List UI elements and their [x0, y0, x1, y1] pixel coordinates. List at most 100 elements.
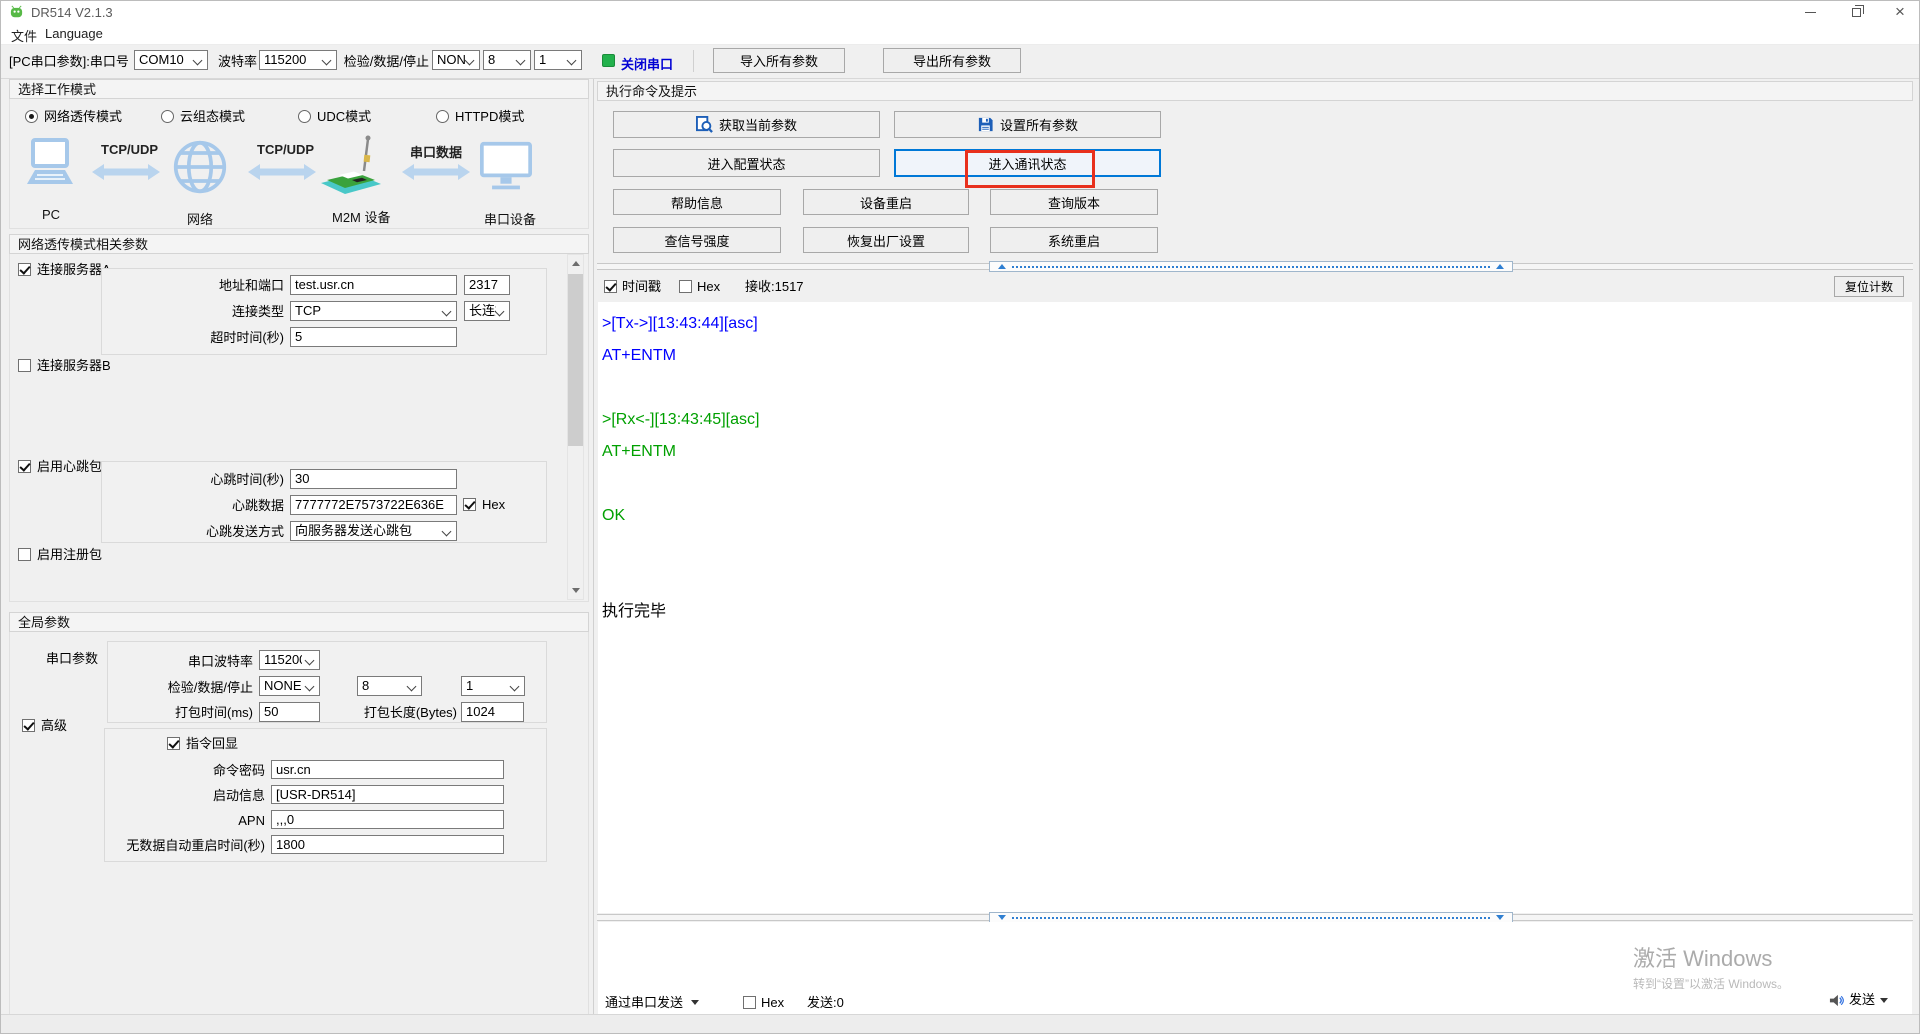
cmd-password-input[interactable]: usr.cn [271, 760, 504, 779]
log-line: OK [602, 500, 1908, 532]
server-b-checkbox[interactable] [18, 359, 31, 372]
timestamp-label: 时间戳 [622, 279, 661, 295]
heartbeat-mode-select[interactable]: 向服务器发送心跳包 [290, 521, 457, 541]
watermark-line1: 激活 Windows [1633, 941, 1772, 973]
export-params-button[interactable]: 导出所有参数 [883, 48, 1021, 73]
server-port-input[interactable]: 2317 [464, 275, 510, 295]
send-hex-label: Hex [761, 995, 784, 1011]
global-baud-label: 串口波特率 [153, 654, 253, 670]
help-info-button[interactable]: 帮助信息 [613, 189, 781, 215]
global-stopbits-select[interactable]: 1 [461, 676, 525, 696]
databits-select[interactable]: 8 [483, 50, 531, 70]
pack-len-input[interactable]: 1024 [461, 702, 524, 722]
timeout-input[interactable]: 5 [290, 327, 457, 347]
node-serial-label: 串口设备 [484, 209, 536, 228]
link-serial-data-label: 串口数据 [410, 142, 462, 161]
scroll-down-icon[interactable] [568, 582, 583, 599]
global-parity-label: 检验/数据/停止 [133, 680, 253, 696]
auto-restart-label: 无数据自动重启时间(秒) [115, 838, 265, 854]
apn-input[interactable]: ,,,0 [271, 810, 504, 829]
query-version-button[interactable]: 查询版本 [990, 189, 1158, 215]
get-params-icon [696, 116, 713, 133]
log-line [602, 564, 1908, 596]
auto-restart-input[interactable]: 1800 [271, 835, 504, 854]
server-addr-input[interactable]: test.usr.cn [290, 275, 457, 295]
device-reboot-button[interactable]: 设备重启 [803, 189, 969, 215]
restore-icon [1852, 8, 1861, 17]
register-label: 启用注册包 [37, 547, 102, 563]
watermark-line2: 转到“设置”以激活 Windows。 [1633, 975, 1789, 992]
conn-type-select[interactable]: TCP [290, 301, 457, 321]
factory-reset-button[interactable]: 恢复出厂设置 [803, 227, 969, 253]
heartbeat-data-input[interactable]: 7777772E7573722E636E [290, 495, 457, 515]
echo-checkbox[interactable] [167, 737, 180, 750]
status-bar [1, 1014, 1920, 1034]
serial-device-monitor-icon [480, 141, 532, 193]
radio-udc-mode[interactable] [298, 110, 311, 123]
boot-info-input[interactable]: [USR-DR514] [271, 785, 504, 804]
server-b-label: 连接服务器B [37, 358, 111, 374]
send-via-serial-dropdown[interactable]: 通过串口发送 [605, 995, 683, 1011]
scrollbar-thumb[interactable] [568, 274, 583, 446]
log-hex-checkbox[interactable] [679, 280, 692, 293]
link-tcpudp-1-label: TCP/UDP [101, 142, 158, 157]
global-baud-select[interactable]: 115200 [259, 650, 320, 670]
scroll-up-icon[interactable] [568, 255, 583, 272]
stopbits-select[interactable]: 1 [534, 50, 582, 70]
port-open-indicator [602, 54, 615, 67]
cmd-password-label: 命令密码 [175, 763, 265, 779]
network-globe-icon [172, 139, 228, 195]
advanced-checkbox[interactable] [22, 719, 35, 732]
send-button[interactable]: 发送 [1829, 992, 1888, 1008]
link-tcpudp-2-label: TCP/UDP [257, 142, 314, 157]
com-port-select[interactable]: COM10 [134, 50, 208, 70]
radio-cloud-mode[interactable] [161, 110, 174, 123]
reset-count-button[interactable]: 复位计数 [1834, 276, 1904, 297]
pack-time-input[interactable]: 50 [259, 702, 320, 722]
splitter-collapse-icon [998, 264, 1006, 269]
close-port-button[interactable]: 关闭串口 [621, 54, 673, 73]
import-params-button[interactable]: 导入所有参数 [713, 48, 845, 73]
maximize-button[interactable] [1833, 1, 1879, 23]
radio-httpd-mode[interactable] [436, 110, 449, 123]
log-line [602, 532, 1908, 564]
heartbeat-hex-label: Hex [482, 497, 505, 513]
log-lines: >[Tx->][13:43:44][asc]AT+ENTM>[Rx<-][13:… [598, 302, 1912, 634]
log-line [602, 468, 1908, 500]
panel-divider [593, 79, 594, 1015]
work-mode-header: 选择工作模式 [9, 79, 589, 99]
server-a-checkbox[interactable] [18, 263, 31, 276]
serial-toolbar: [PC串口参数]:串口号 COM10 波特率 115200 检验/数据/停止 N… [1, 45, 1920, 79]
parity-select[interactable]: NONI [432, 50, 480, 70]
minimize-button[interactable] [1787, 1, 1833, 23]
global-parity-select[interactable]: NONE [259, 676, 320, 696]
log-line: >[Rx<-][13:43:45][asc] [602, 404, 1908, 436]
system-reboot-button[interactable]: 系统重启 [990, 227, 1158, 253]
minimize-icon [1805, 12, 1816, 13]
pack-len-label: 打包长度(Bytes) [331, 705, 457, 721]
net-params-scrollbar[interactable] [567, 254, 584, 600]
serial-params-label: 串口参数 [46, 651, 98, 667]
log-area[interactable]: >[Tx->][13:43:44][asc]AT+ENTM>[Rx<-][13:… [598, 302, 1912, 913]
get-params-button[interactable]: 获取当前参数 [613, 111, 880, 138]
top-splitter-handle[interactable] [989, 261, 1513, 272]
keep-alive-select[interactable]: 长连接 [464, 301, 510, 321]
set-params-button[interactable]: 设置所有参数 [894, 111, 1161, 138]
close-button[interactable]: × [1879, 1, 1920, 23]
timestamp-checkbox[interactable] [604, 280, 617, 293]
register-checkbox[interactable] [18, 548, 31, 561]
send-hex-checkbox[interactable] [743, 996, 756, 1009]
menu-file[interactable]: 文件 [11, 26, 37, 45]
heartbeat-label: 启用心跳包 [37, 459, 102, 475]
heartbeat-hex-checkbox[interactable] [463, 498, 476, 511]
heartbeat-time-input[interactable]: 30 [290, 469, 457, 489]
enter-config-button[interactable]: 进入配置状态 [613, 149, 880, 177]
close-icon: × [1895, 2, 1905, 22]
baud-label: 波特率 [215, 54, 257, 70]
global-databits-select[interactable]: 8 [357, 676, 422, 696]
timeout-label: 超时时间(秒) [169, 330, 284, 346]
query-signal-button[interactable]: 查信号强度 [613, 227, 781, 253]
heartbeat-checkbox[interactable] [18, 460, 31, 473]
radio-net-transparent-mode[interactable] [25, 110, 38, 123]
menu-language[interactable]: Language [45, 26, 103, 41]
